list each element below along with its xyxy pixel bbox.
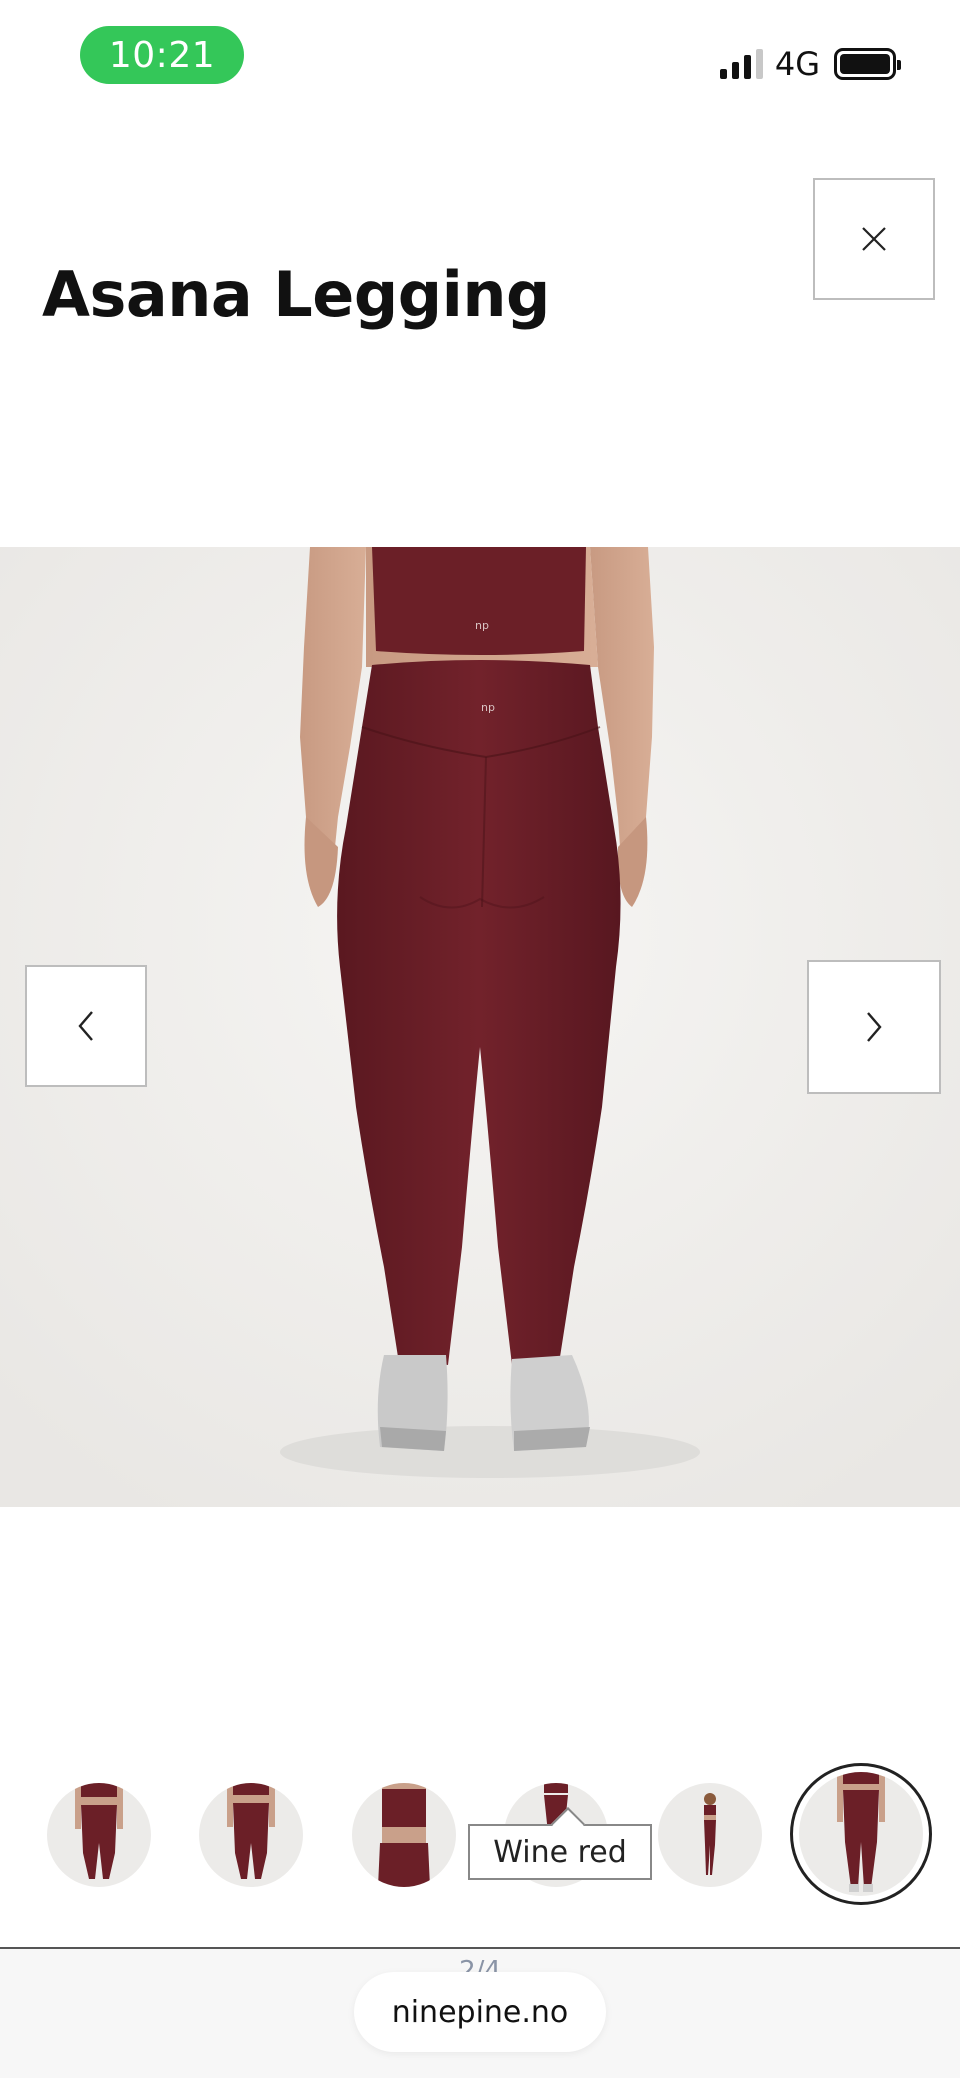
- cellular-signal-icon: [719, 49, 763, 79]
- close-button[interactable]: [813, 178, 935, 300]
- status-indicators: 4G: [719, 44, 901, 84]
- status-time: 10:21: [80, 26, 244, 84]
- next-image-button[interactable]: [807, 960, 941, 1094]
- previous-image-button[interactable]: [25, 965, 147, 1087]
- thumbnail-3[interactable]: [352, 1783, 456, 1887]
- svg-text:np: np: [475, 619, 489, 632]
- product-title: Asana Legging: [42, 258, 550, 331]
- svg-text:np: np: [481, 701, 495, 714]
- chevron-right-icon: [867, 1012, 882, 1042]
- close-icon: [862, 227, 886, 251]
- thumbnail-2[interactable]: [199, 1783, 303, 1887]
- chevron-left-icon: [78, 1011, 93, 1041]
- network-type: 4G: [774, 45, 820, 83]
- battery-icon: [834, 48, 901, 80]
- color-tooltip: Wine red: [468, 1824, 652, 1880]
- thumbnail-1[interactable]: [47, 1783, 151, 1887]
- thumbnail-6-active[interactable]: [790, 1763, 932, 1905]
- url-bar[interactable]: ninepine.no: [354, 1972, 606, 2052]
- thumbnail-5[interactable]: [658, 1783, 762, 1887]
